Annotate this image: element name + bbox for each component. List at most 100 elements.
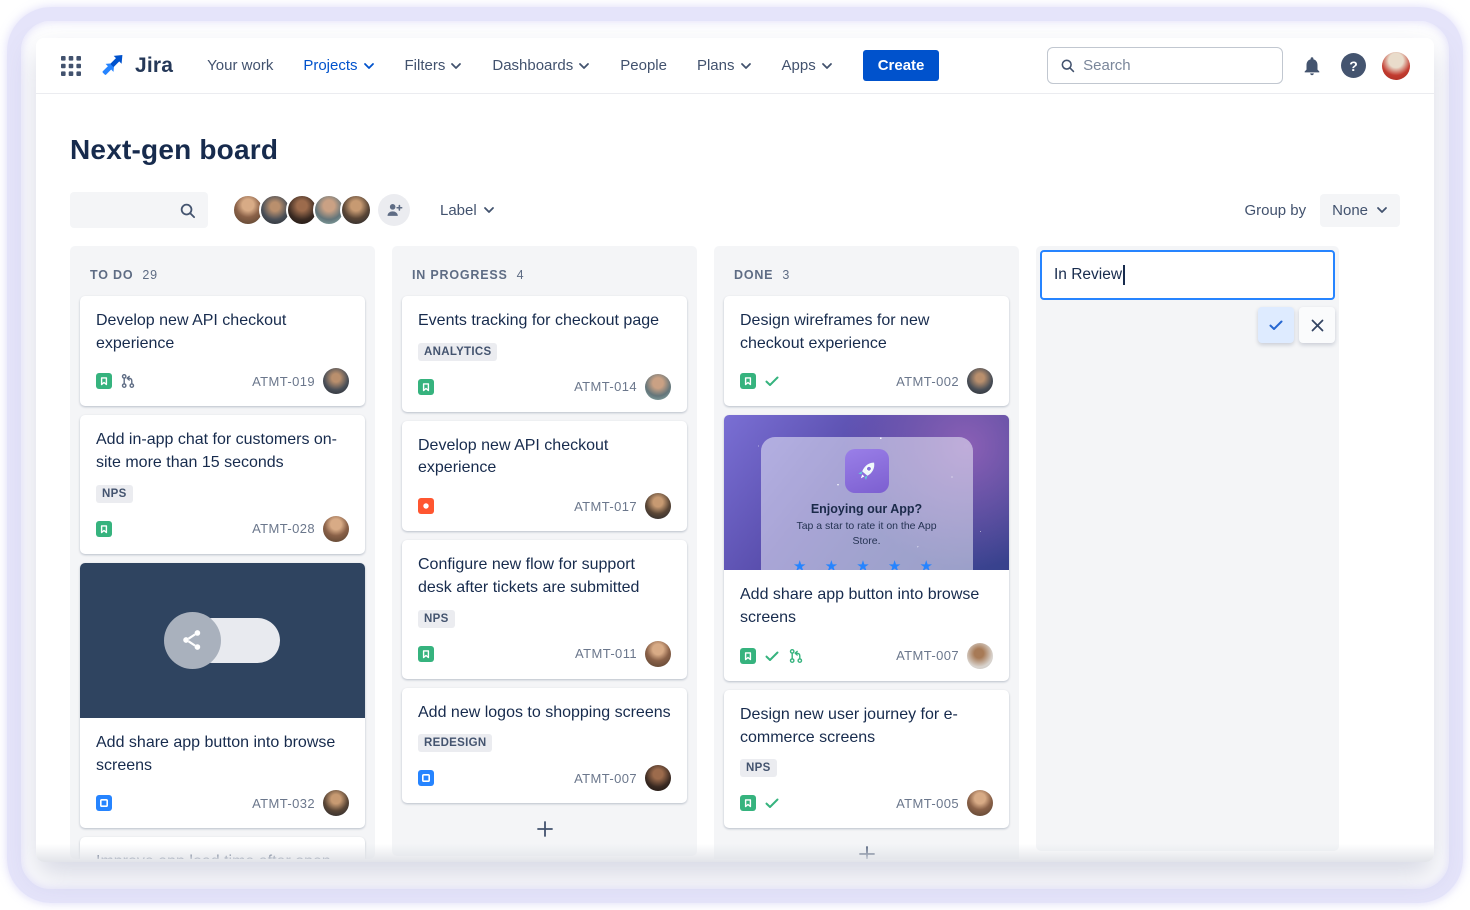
assignee-avatar xyxy=(645,641,671,667)
card-title: Add new logos to shopping screens xyxy=(418,702,671,725)
add-card-button[interactable] xyxy=(402,812,687,846)
story-icon xyxy=(418,646,434,662)
card-title: Design new user journey for e-commerce s… xyxy=(740,704,993,749)
add-member-button[interactable] xyxy=(378,194,410,226)
profile-avatar[interactable] xyxy=(1382,52,1410,80)
page-title: Next-gen board xyxy=(70,134,1400,166)
notifications-button[interactable] xyxy=(1299,53,1325,79)
plus-icon xyxy=(858,845,876,859)
nav-dashboards[interactable]: Dashboards xyxy=(492,57,590,74)
issue-card[interactable]: Enjoying our App? Tap a star to rate it … xyxy=(724,415,1009,680)
nav-your-work[interactable]: Your work xyxy=(207,57,273,74)
jira-logo-text: Jira xyxy=(135,54,173,78)
rating-heading: Enjoying our App? xyxy=(761,502,973,516)
assignee-avatar xyxy=(645,765,671,791)
cancel-column-button[interactable] xyxy=(1299,307,1335,343)
top-navigation: Jira Your work Projects Filters Dashboar… xyxy=(36,38,1434,94)
issue-card[interactable]: Add in-app chat for customers on-site mo… xyxy=(80,415,365,553)
issue-card[interactable]: Add new logos to shopping screens REDESI… xyxy=(402,688,687,804)
column-name: DONE xyxy=(734,268,773,282)
story-icon xyxy=(740,373,756,389)
confirm-column-button[interactable] xyxy=(1258,307,1294,343)
column-count: 29 xyxy=(142,268,158,282)
issue-key: ATMT-007 xyxy=(896,648,959,663)
story-icon xyxy=(418,379,434,395)
label-filter-dropdown[interactable]: Label xyxy=(440,202,495,219)
assignee-avatar xyxy=(323,790,349,816)
issue-key: ATMT-011 xyxy=(575,646,637,661)
column-name: TO DO xyxy=(90,268,133,282)
jira-logo[interactable]: Jira xyxy=(102,52,173,79)
issue-card[interactable]: Develop new API checkout experience ATMT… xyxy=(80,296,365,406)
task-icon xyxy=(96,795,112,811)
question-icon: ? xyxy=(1349,58,1358,74)
member-filter-avatars xyxy=(232,194,410,226)
page: Jira Your work Projects Filters Dashboar… xyxy=(0,0,1470,910)
create-button[interactable]: Create xyxy=(863,50,940,81)
assignee-avatar xyxy=(967,643,993,669)
issue-card[interactable]: Design new user journey for e-commerce s… xyxy=(724,690,1009,828)
chevron-down-icon xyxy=(578,62,590,70)
chevron-down-icon xyxy=(450,62,462,70)
issue-card[interactable]: Design wireframes for new checkout exper… xyxy=(724,296,1009,406)
jira-logo-icon xyxy=(102,52,129,79)
card-title: Develop new API checkout experience xyxy=(96,310,349,355)
nav-people[interactable]: People xyxy=(620,57,667,74)
done-check-icon xyxy=(764,373,780,389)
issue-card[interactable]: Configure new flow for support desk afte… xyxy=(402,540,687,678)
card-cover-image: Enjoying our App? Tap a star to rate it … xyxy=(724,415,1009,570)
global-search[interactable] xyxy=(1047,47,1283,84)
board-search-input[interactable] xyxy=(70,192,208,228)
card-title: Add in-app chat for customers on-site mo… xyxy=(96,429,349,474)
jira-app-window: Jira Your work Projects Filters Dashboar… xyxy=(36,38,1434,862)
rocket-app-icon xyxy=(845,449,889,493)
nav-projects[interactable]: Projects xyxy=(303,57,374,74)
column-done: DONE 3 Design wireframes for new checkou… xyxy=(714,246,1019,859)
app-switcher-icon[interactable] xyxy=(60,55,82,77)
bug-icon xyxy=(418,498,434,514)
issue-card[interactable]: Develop new API checkout experience ATMT… xyxy=(402,421,687,531)
close-icon xyxy=(1310,318,1325,333)
add-person-icon xyxy=(385,201,403,219)
group-by-dropdown[interactable]: None xyxy=(1320,194,1400,227)
add-card-button[interactable] xyxy=(724,837,1009,859)
new-column-name-input[interactable]: In Review xyxy=(1040,250,1335,300)
issue-card[interactable]: Improve app load time after open xyxy=(80,837,365,859)
assignee-avatar xyxy=(645,493,671,519)
help-button[interactable]: ? xyxy=(1341,53,1366,78)
bell-icon xyxy=(1301,55,1323,77)
text-caret xyxy=(1123,265,1125,285)
new-column-name-value: In Review xyxy=(1054,266,1122,284)
card-title: Configure new flow for support desk afte… xyxy=(418,554,671,599)
issue-card[interactable]: Add share app button into browse screens… xyxy=(80,563,365,828)
search-icon xyxy=(179,202,196,219)
member-avatar[interactable] xyxy=(340,194,372,226)
story-icon xyxy=(740,648,756,664)
issue-key: ATMT-017 xyxy=(574,499,637,514)
nav-apps[interactable]: Apps xyxy=(782,57,833,74)
label-chip: NPS xyxy=(418,610,455,628)
issue-card[interactable]: Events tracking for checkout page ANALYT… xyxy=(402,296,687,412)
issue-key: ATMT-032 xyxy=(252,796,315,811)
task-icon xyxy=(418,770,434,786)
issue-key: ATMT-019 xyxy=(252,374,315,389)
branch-icon xyxy=(788,648,804,664)
global-search-input[interactable] xyxy=(1083,57,1270,74)
board-toolbar: Label Group by None xyxy=(70,192,1400,228)
chevron-down-icon xyxy=(821,62,833,70)
chevron-down-icon xyxy=(740,62,752,70)
assignee-avatar xyxy=(967,790,993,816)
issue-key: ATMT-005 xyxy=(896,796,959,811)
nav-plans[interactable]: Plans xyxy=(697,57,752,74)
assignee-avatar xyxy=(323,368,349,394)
new-column: In Review xyxy=(1036,246,1339,851)
board-view: Next-gen board xyxy=(36,134,1434,859)
story-icon xyxy=(740,795,756,811)
search-icon xyxy=(1060,57,1075,74)
nav-filters[interactable]: Filters xyxy=(405,57,463,74)
issue-key: ATMT-007 xyxy=(574,771,637,786)
share-icon xyxy=(164,612,221,669)
chevron-down-icon xyxy=(1376,206,1388,214)
assignee-avatar xyxy=(967,368,993,394)
column-in-progress: IN PROGRESS 4 Events tracking for checko… xyxy=(392,246,697,856)
